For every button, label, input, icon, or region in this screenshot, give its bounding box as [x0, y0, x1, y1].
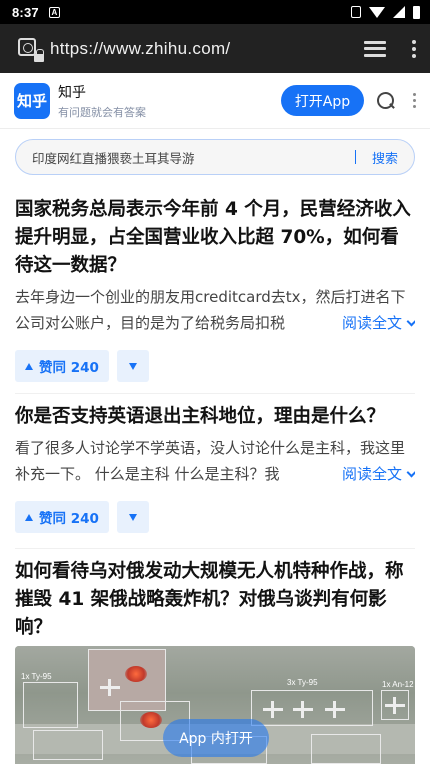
upvote-button[interactable]: 赞同 240	[15, 350, 109, 382]
brand: 知乎 有问题就会有答案	[58, 82, 146, 120]
answer-excerpt[interactable]: 去年身边一个创业的朋友用creditcard去tx，然后打进名下公司对公账户，目…	[15, 284, 415, 336]
downvote-icon	[128, 362, 137, 370]
status-time: 8:37	[12, 4, 39, 20]
address-bar[interactable]: https://www.zhihu.com/	[50, 39, 230, 59]
vote-row: 赞同 240	[15, 350, 415, 382]
aircraft-icon	[385, 697, 405, 714]
image-highlight-box	[33, 730, 103, 760]
aircraft-icon	[263, 701, 283, 718]
upvote-button[interactable]: 赞同 240	[15, 501, 109, 533]
search-button[interactable]: 搜索	[372, 148, 398, 167]
downvote-button[interactable]	[116, 350, 149, 382]
feed-divider	[15, 393, 415, 394]
question-title[interactable]: 国家税务总局表示今年前 4 个月，民营经济收入提升明显，占全国营业收入比超 70…	[15, 196, 415, 280]
vibrate-icon	[351, 6, 361, 18]
status-icons	[351, 5, 420, 19]
feed-card[interactable]: 如何看待乌对俄发动大规模无人机特种作战，称摧毁 41 架俄战略轰炸机？对俄乌谈判…	[0, 558, 430, 642]
upvote-icon	[25, 362, 33, 370]
notification-icon: A	[48, 6, 60, 18]
feed-card[interactable]: 国家税务总局表示今年前 4 个月，民营经济收入提升明显，占全国营业收入比超 70…	[0, 196, 430, 382]
more-options-icon[interactable]	[413, 93, 416, 108]
brand-name: 知乎	[58, 84, 86, 101]
search-bar[interactable]: 印度网红直播猥亵土耳其导游 搜索	[15, 139, 415, 175]
site-header: 知乎 知乎 有问题就会有答案 打开App	[0, 73, 430, 129]
tabs-icon[interactable]	[364, 40, 386, 57]
vote-row: 赞同 240	[15, 501, 415, 533]
wifi-icon	[369, 6, 385, 18]
site-security-icon[interactable]	[18, 37, 44, 62]
browser-menu-icon[interactable]	[412, 39, 416, 58]
aircraft-icon	[325, 701, 345, 718]
feed-divider	[15, 548, 415, 549]
fire-mark	[125, 666, 147, 682]
downvote-button[interactable]	[116, 501, 149, 533]
chevron-down-icon	[406, 467, 415, 478]
browser-toolbar: https://www.zhihu.com/	[0, 24, 430, 73]
brand-slogan: 有问题就会有答案	[58, 105, 146, 119]
read-more-label: 阅读全文	[341, 314, 402, 332]
zhihu-logo[interactable]: 知乎	[14, 82, 50, 119]
upvote-label: 赞同 240	[39, 360, 99, 376]
feed-card[interactable]: 你是否支持英语退出主科地位，理由是什么？ 看了很多人讨论学不学英语，没人讨论什么…	[0, 403, 430, 533]
aircraft-icon	[100, 679, 120, 696]
status-bar: 8:37 A	[0, 0, 430, 24]
image-label: 1x An-12	[382, 680, 414, 689]
search-input[interactable]: 印度网红直播猥亵土耳其导游	[32, 148, 355, 167]
aircraft-icon	[293, 701, 313, 718]
battery-icon	[413, 5, 420, 19]
image-highlight-box	[311, 734, 381, 764]
search-divider	[354, 150, 356, 164]
question-title[interactable]: 你是否支持英语退出主科地位，理由是什么？	[15, 403, 415, 431]
downvote-icon	[128, 513, 137, 521]
image-label: 3x Ty-95	[287, 678, 318, 687]
fire-mark	[140, 712, 162, 728]
open-in-app-button[interactable]: App 内打开	[163, 719, 269, 757]
search-icon[interactable]	[377, 91, 395, 110]
read-more-link[interactable]: 阅读全文	[315, 310, 415, 336]
question-title[interactable]: 如何看待乌对俄发动大规模无人机特种作战，称摧毁 41 架俄战略轰炸机？对俄乌谈判…	[15, 558, 415, 642]
read-more-link[interactable]: 阅读全文	[315, 461, 415, 487]
chevron-down-icon	[406, 316, 415, 327]
image-highlight-box	[23, 682, 78, 728]
open-app-button[interactable]: 打开App	[281, 85, 364, 116]
read-more-label: 阅读全文	[341, 465, 402, 483]
upvote-label: 赞同 240	[39, 511, 99, 527]
image-label: 1x Ty-95	[21, 672, 52, 681]
signal-icon	[393, 6, 405, 18]
upvote-icon	[25, 513, 33, 521]
answer-excerpt[interactable]: 看了很多人讨论学不学英语，没人讨论什么是主科，我这里补充一下。 什么是主科 什么…	[15, 435, 415, 487]
